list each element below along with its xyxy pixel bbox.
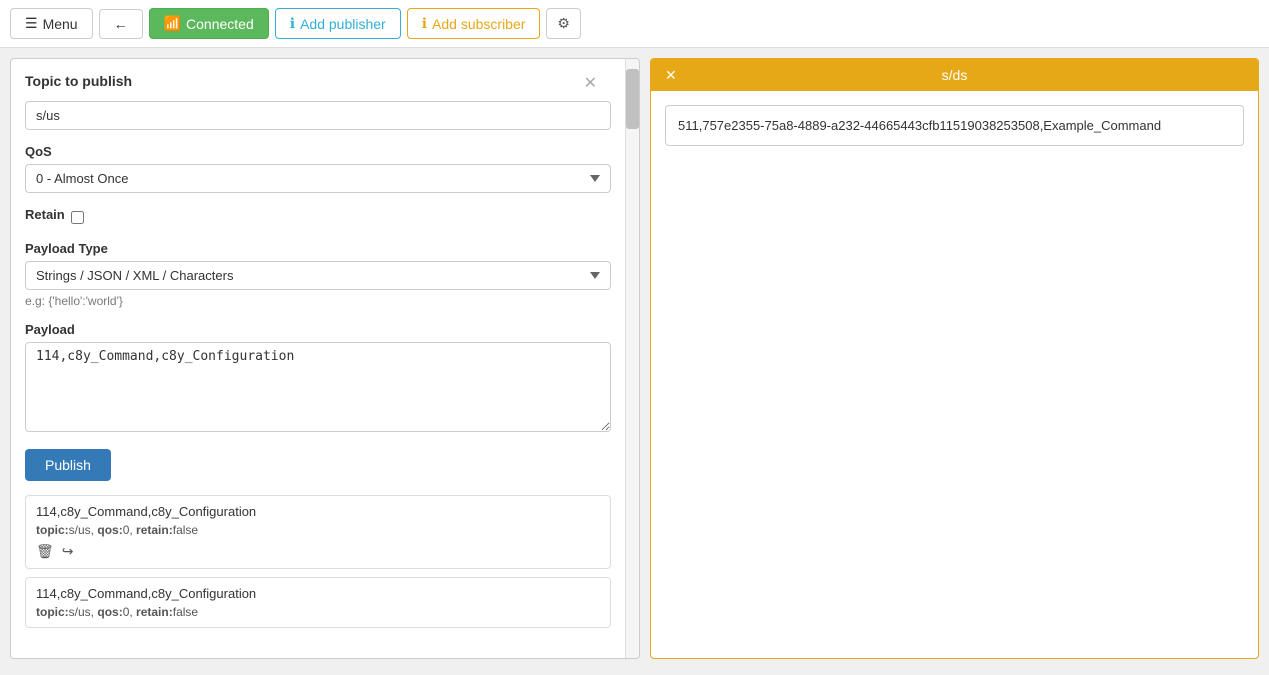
gear-icon: ⚙ <box>557 15 570 32</box>
qos-select[interactable]: 0 - Almost Once 1 - At Least Once 2 - Ex… <box>25 164 611 193</box>
topic-group <box>25 101 611 130</box>
subscriber-message: 511,757e2355-75a8-4889-a232-44665443cfb1… <box>665 105 1244 146</box>
connected-button[interactable]: 📶 Connected <box>149 8 269 39</box>
retain-checkbox[interactable] <box>71 211 84 224</box>
retain-group: Retain <box>25 207 611 227</box>
subscriber-header: ✕ s/ds <box>651 59 1258 91</box>
history-item-2-payload: 114,c8y_Command,c8y_Configuration <box>36 586 600 601</box>
add-sub-icon: ℹ <box>422 15 427 32</box>
retain-label: Retain <box>25 207 65 222</box>
publisher-content: Topic to publish ✕ QoS 0 - Almost Once 1… <box>11 59 625 658</box>
toolbar: ☰ Menu ← 📶 Connected ℹ Add publisher ℹ A… <box>0 0 1269 48</box>
menu-label: Menu <box>43 16 78 32</box>
connected-label: Connected <box>186 16 254 32</box>
subscriber-header-inner: ✕ s/ds <box>665 67 1244 83</box>
add-subscriber-label: Add subscriber <box>432 16 525 32</box>
qos-label: QoS <box>25 144 611 159</box>
menu-button[interactable]: ☰ Menu <box>10 8 93 39</box>
subscriber-content: 511,757e2355-75a8-4889-a232-44665443cfb1… <box>651 91 1258 160</box>
history-item-2: 114,c8y_Command,c8y_Configuration topic:… <box>25 577 611 628</box>
settings-button[interactable]: ⚙ <box>546 8 581 39</box>
history-item-1-resend-button[interactable]: ↪ <box>62 543 74 560</box>
add-subscriber-button[interactable]: ℹ Add subscriber <box>407 8 541 39</box>
payload-type-select[interactable]: Strings / JSON / XML / Characters Base64… <box>25 261 611 290</box>
history-item-2-meta: topic:s/us, qos:0, retain:false <box>36 605 600 619</box>
subscriber-close-button[interactable]: ✕ <box>665 67 677 84</box>
back-button[interactable]: ← <box>99 9 143 39</box>
publisher-scrollbar[interactable] <box>625 59 639 658</box>
publisher-close-button[interactable]: ✕ <box>584 73 597 93</box>
publisher-panel: Topic to publish ✕ QoS 0 - Almost Once 1… <box>10 58 640 659</box>
add-pub-icon: ℹ <box>290 15 295 32</box>
payload-type-label: Payload Type <box>25 241 611 256</box>
back-icon: ← <box>114 16 128 32</box>
publish-button[interactable]: Publish <box>25 449 111 481</box>
signal-icon: 📶 <box>164 15 181 32</box>
history-item-1-delete-button[interactable]: 🗑 <box>36 543 54 560</box>
payload-group: Payload 114,c8y_Command,c8y_Configuratio… <box>25 322 611 435</box>
qos-group: QoS 0 - Almost Once 1 - At Least Once 2 … <box>25 144 611 193</box>
subscriber-panel: ✕ s/ds 511,757e2355-75a8-4889-a232-44665… <box>650 58 1259 659</box>
publisher-title: Topic to publish <box>25 73 591 89</box>
history-item-1-payload: 114,c8y_Command,c8y_Configuration <box>36 504 600 519</box>
payload-label: Payload <box>25 322 611 337</box>
subscriber-topic: s/ds <box>942 67 968 83</box>
history-item-1-actions: 🗑 ↪ <box>36 543 600 560</box>
payload-textarea[interactable]: 114,c8y_Command,c8y_Configuration <box>25 342 611 432</box>
add-publisher-button[interactable]: ℹ Add publisher <box>275 8 401 39</box>
payload-example: e.g: {'hello':'world'} <box>25 294 611 308</box>
payload-type-group: Payload Type Strings / JSON / XML / Char… <box>25 241 611 308</box>
history-item-1: 114,c8y_Command,c8y_Configuration topic:… <box>25 495 611 569</box>
publisher-header: Topic to publish ✕ <box>25 73 611 89</box>
scrollbar-thumb[interactable] <box>626 69 639 129</box>
menu-icon: ☰ <box>25 15 38 32</box>
topic-input[interactable] <box>25 101 611 130</box>
add-publisher-label: Add publisher <box>300 16 386 32</box>
history-item-1-meta: topic:s/us, qos:0, retain:false <box>36 523 600 537</box>
main-area: Topic to publish ✕ QoS 0 - Almost Once 1… <box>0 48 1269 669</box>
